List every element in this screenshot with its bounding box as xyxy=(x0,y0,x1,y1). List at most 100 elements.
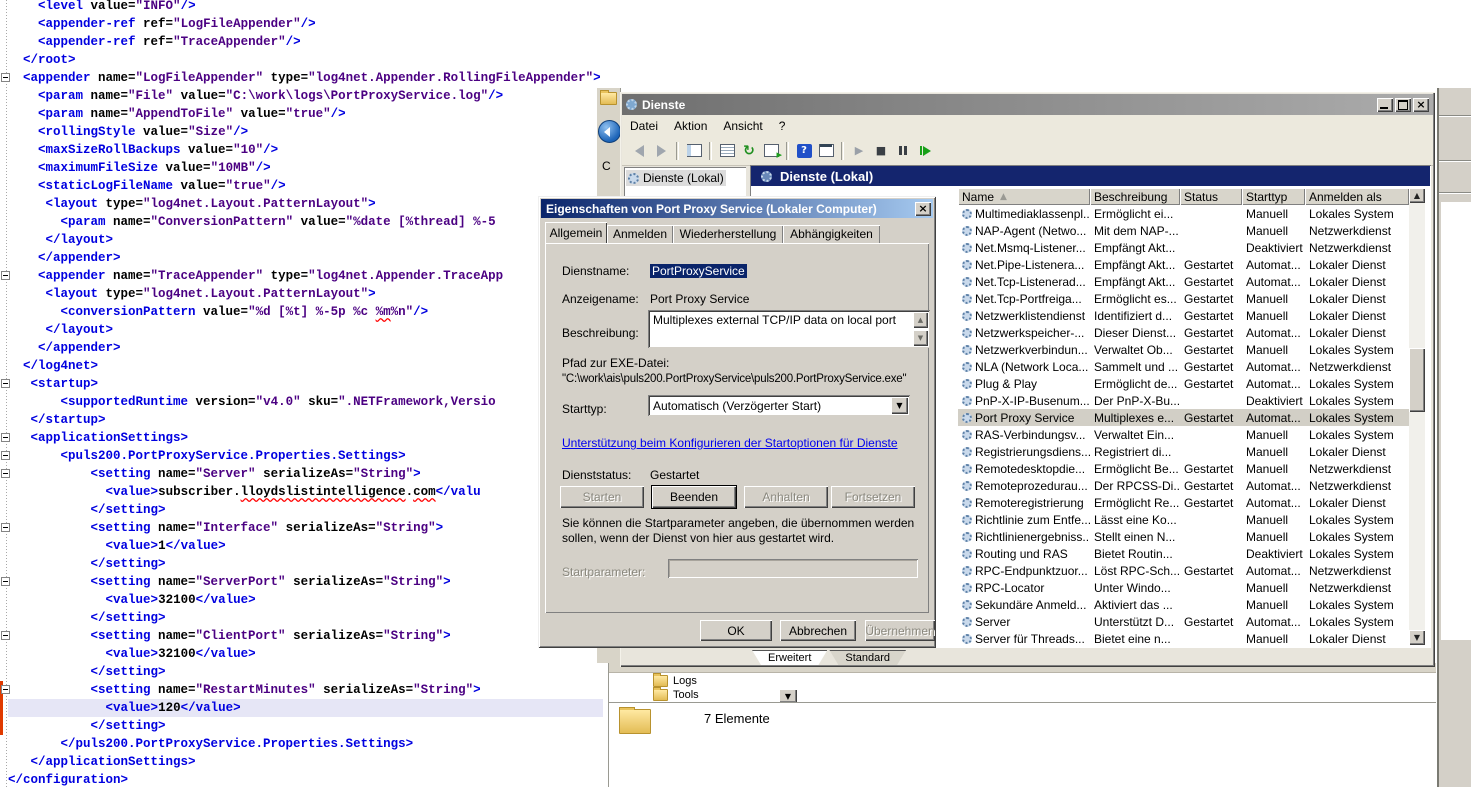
column-header-status[interactable]: Status xyxy=(1180,188,1242,205)
service-name: Server xyxy=(958,615,1090,629)
ok-button[interactable]: OK xyxy=(700,620,772,641)
table-row[interactable]: RAS-Verbindungsv...Verwaltet Ein...Manue… xyxy=(958,426,1409,443)
maximize-button[interactable] xyxy=(1395,98,1411,112)
menu-item-datei[interactable]: Datei xyxy=(622,117,666,135)
forward-icon[interactable] xyxy=(652,142,670,159)
extended-view-icon[interactable] xyxy=(817,142,835,159)
refresh-icon[interactable]: ↻ xyxy=(740,142,758,159)
dialog-tabs[interactable]: AllgemeinAnmeldenWiederherstellungAbhäng… xyxy=(545,223,880,243)
services-titlebar[interactable]: Dienste × xyxy=(622,94,1433,115)
tab-wiederherstellung[interactable]: Wiederherstellung xyxy=(673,225,783,243)
tab-anmelden[interactable]: Anmelden xyxy=(607,225,673,243)
table-row[interactable]: Net.Tcp-Listenerad...Empfängt Akt...Gest… xyxy=(958,273,1409,290)
scroll-down-button[interactable]: ▼ xyxy=(913,330,928,346)
code-line: <value>120</value> xyxy=(8,699,603,717)
display-name-value: Port Proxy Service xyxy=(650,292,749,306)
column-header-beschreibung[interactable]: Beschreibung xyxy=(1090,188,1180,205)
dialog-titlebar[interactable]: Eigenschaften von Port Proxy Service (Lo… xyxy=(541,199,933,218)
pane-header-title: Dienste (Lokal) xyxy=(780,169,873,184)
service-starttype: Manuell xyxy=(1242,224,1305,238)
start-service-icon[interactable]: ▶ xyxy=(850,142,868,159)
service-status: Gestartet xyxy=(1180,275,1242,289)
table-row[interactable]: Netzwerkverbindun...Verwaltet Ob...Gesta… xyxy=(958,341,1409,358)
table-row[interactable]: NLA (Network Loca...Sammelt und ...Gesta… xyxy=(958,358,1409,375)
menu-item-aktion[interactable]: Aktion xyxy=(666,117,715,135)
table-row[interactable]: Netzwerkspeicher-...Dieser Dienst...Gest… xyxy=(958,324,1409,341)
table-row[interactable]: Registrierungsdiens...Registriert di...M… xyxy=(958,443,1409,460)
properties-icon[interactable] xyxy=(718,142,736,159)
table-row[interactable]: Multimediaklassenpl...Ermöglicht ei...Ma… xyxy=(958,205,1409,222)
minimize-button[interactable] xyxy=(1377,98,1393,112)
stop-service-icon[interactable]: ■ xyxy=(872,142,890,159)
table-row[interactable]: NAP-Agent (Netwo...Mit dem NAP-...Manuel… xyxy=(958,222,1409,239)
table-row[interactable]: Remoteprozedurau...Der RPCSS-Di...Gestar… xyxy=(958,477,1409,494)
service-gear-icon xyxy=(962,226,972,236)
service-starttype: Automat... xyxy=(1242,258,1305,272)
startup-options-help-link[interactable]: Unterstützung beim Konfigurieren der Sta… xyxy=(562,436,898,450)
close-button[interactable]: × xyxy=(1413,98,1429,112)
table-row[interactable]: RPC-LocatorUnter Windo...ManuellNetzwerk… xyxy=(958,579,1409,596)
starttype-combobox[interactable]: Automatisch (Verzögerter Start) ▼ xyxy=(648,395,910,416)
menu-item-ansicht[interactable]: Ansicht xyxy=(715,117,770,135)
table-row[interactable]: Richtlinienergebniss...Stellt einen N...… xyxy=(958,528,1409,545)
description-field[interactable]: Multiplexes external TCP/IP data on loca… xyxy=(648,310,930,348)
view-tab-standard[interactable]: Standard xyxy=(829,650,906,665)
menu-item-[interactable]: ? xyxy=(771,117,794,135)
pause-service-icon[interactable] xyxy=(894,142,912,159)
column-header-anmeldenals[interactable]: Anmelden als xyxy=(1305,188,1409,205)
table-row[interactable]: Richtlinie zum Entfe...Lässt eine Ko...M… xyxy=(958,511,1409,528)
scrollbar-thumb[interactable] xyxy=(1409,348,1425,412)
menubar[interactable]: DateiAktionAnsicht? xyxy=(622,115,1433,137)
table-row[interactable]: RemoteregistrierungErmöglicht Re...Gesta… xyxy=(958,494,1409,511)
scroll-up-button[interactable]: ▲ xyxy=(913,312,928,328)
table-row[interactable]: RPC-Endpunktzuor...Löst RPC-Sch...Gestar… xyxy=(958,562,1409,579)
table-row[interactable]: Port Proxy ServiceMultiplexes e...Gestar… xyxy=(958,409,1409,426)
table-row[interactable]: Remotedesktopdie...Ermöglicht Be...Gesta… xyxy=(958,460,1409,477)
back-button[interactable] xyxy=(598,120,621,143)
scroll-up-button[interactable]: ▲ xyxy=(1409,188,1425,203)
service-logon: Lokales System xyxy=(1305,394,1409,408)
table-row[interactable]: Net.Msmq-Listener...Empfängt Akt...Deakt… xyxy=(958,239,1409,256)
tree-item-dienste-lokal[interactable]: Dienste (Lokal) xyxy=(626,170,726,186)
tab-allgemein[interactable]: Allgemein xyxy=(545,222,607,243)
startparams-input[interactable] xyxy=(668,559,918,578)
column-header-name[interactable]: Name▲ xyxy=(958,188,1090,205)
service-gear-icon xyxy=(962,362,972,372)
view-tabs[interactable]: ErweitertStandard xyxy=(752,650,906,665)
table-row[interactable]: Net.Pipe-Listenera...Empfängt Akt...Gest… xyxy=(958,256,1409,273)
service-name: NLA (Network Loca... xyxy=(958,360,1090,374)
vertical-scrollbar[interactable]: ▲ ▼ xyxy=(1409,188,1425,645)
help-icon[interactable]: ? xyxy=(795,142,813,159)
toolbar[interactable]: ↻? ▶■ xyxy=(622,136,1433,166)
list-item[interactable]: Tools xyxy=(653,689,699,701)
restart-service-icon[interactable] xyxy=(916,142,934,159)
chevron-down-icon[interactable]: ▼ xyxy=(891,397,908,414)
tab-abhängigkeiten[interactable]: Abhängigkeiten xyxy=(783,225,880,243)
scroll-down-button[interactable]: ▼ xyxy=(1409,630,1425,645)
dropdown-arrow-button[interactable]: ▼ xyxy=(779,689,797,703)
abbrechen-button[interactable]: Abbrechen xyxy=(780,620,856,641)
table-row[interactable]: Net.Tcp-Portfreiga...Ermöglicht es...Ges… xyxy=(958,290,1409,307)
statusbar-divider xyxy=(609,702,1436,703)
beenden-button[interactable]: Beenden xyxy=(652,486,736,508)
folder-item-label: Tools xyxy=(673,689,699,701)
service-gear-icon xyxy=(962,345,972,355)
table-row[interactable]: Server für Threads...Bietet eine n...Man… xyxy=(958,630,1409,647)
table-header-row[interactable]: Name▲BeschreibungStatusStarttypAnmelden … xyxy=(958,188,1409,205)
table-row[interactable]: Plug & PlayErmöglicht de...GestartetAuto… xyxy=(958,375,1409,392)
export-list-icon[interactable] xyxy=(762,142,780,159)
view-tab-erweitert[interactable]: Erweitert xyxy=(752,650,827,665)
list-item[interactable]: Logs xyxy=(653,675,697,687)
table-row[interactable]: ServerUnterstützt D...GestartetAutomat..… xyxy=(958,613,1409,630)
table-row[interactable]: Routing und RASBietet Routin...Deaktivie… xyxy=(958,545,1409,562)
service-description: Ermöglicht ei... xyxy=(1090,207,1180,221)
column-header-starttyp[interactable]: Starttyp xyxy=(1242,188,1305,205)
table-row[interactable]: PnP-X-IP-Busenum...Der PnP-X-Bu...Deakti… xyxy=(958,392,1409,409)
table-row[interactable]: NetzwerklistendienstIdentifiziert d...Ge… xyxy=(958,307,1409,324)
back-icon[interactable] xyxy=(630,142,648,159)
service-name-label: Dienstname: xyxy=(562,264,629,278)
console-tree-icon[interactable] xyxy=(685,142,703,159)
service-description: Verwaltet Ein... xyxy=(1090,428,1180,442)
table-row[interactable]: Sekundäre Anmeld...Aktiviert das ...Manu… xyxy=(958,596,1409,613)
close-icon[interactable]: × xyxy=(915,202,931,216)
